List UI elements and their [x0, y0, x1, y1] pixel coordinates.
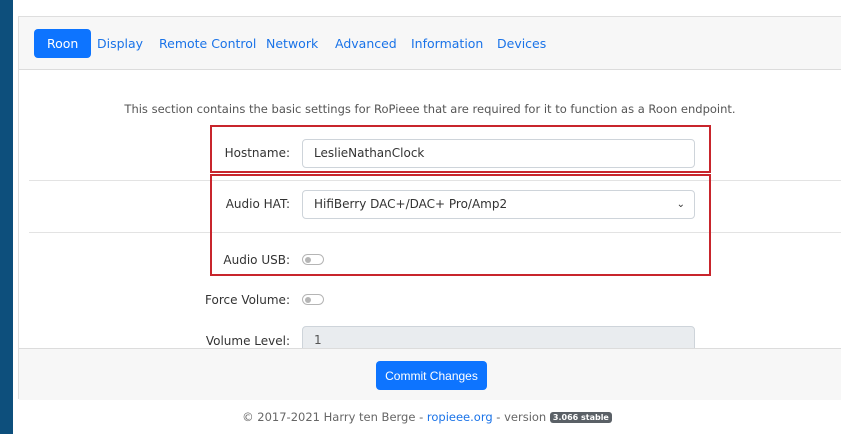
settings-body: This section contains the basic settings… — [19, 70, 841, 355]
version-badge: 3.066 stable — [549, 412, 612, 423]
divider — [29, 232, 841, 233]
tab-bar: Roon Display Remote Control Network Adva… — [19, 17, 841, 70]
commit-changes-button[interactable]: Commit Changes — [376, 361, 487, 390]
tab-devices[interactable]: Devices — [497, 29, 546, 58]
page: Roon Display Remote Control Network Adva… — [13, 0, 841, 434]
ropieee-link[interactable]: ropieee.org — [427, 410, 493, 424]
tab-display[interactable]: Display — [97, 29, 143, 58]
audio-usb-label: Audio USB: — [223, 253, 290, 267]
force-volume-toggle[interactable] — [302, 294, 324, 305]
divider — [29, 180, 841, 181]
audio-hat-select[interactable]: HifiBerry DAC+/DAC+ Pro/Amp2 ⌄ — [302, 190, 695, 219]
tab-information[interactable]: Information — [411, 29, 483, 58]
audio-hat-selected-value: HifiBerry DAC+/DAC+ Pro/Amp2 — [314, 197, 508, 211]
section-description: This section contains the basic settings… — [124, 102, 736, 116]
copyright-text: © 2017-2021 Harry ten Berge - — [242, 410, 427, 424]
tab-remote-control[interactable]: Remote Control — [159, 29, 256, 58]
settings-card: Roon Display Remote Control Network Adva… — [18, 16, 841, 400]
tab-advanced[interactable]: Advanced — [335, 29, 397, 58]
volume-level-label: Volume Level: — [205, 334, 290, 348]
hostname-label: Hostname: — [224, 146, 290, 160]
chevron-down-icon: ⌄ — [676, 199, 685, 210]
version-text: - version — [492, 410, 550, 424]
tab-roon[interactable]: Roon — [34, 29, 92, 58]
hostname-input[interactable]: LeslieNathanClock — [302, 139, 695, 168]
tab-network[interactable]: Network — [266, 29, 318, 58]
audio-usb-toggle[interactable] — [302, 254, 324, 265]
form-footer: Commit Changes — [19, 348, 841, 400]
footer-copyright: © 2017-2021 Harry ten Berge - ropieee.or… — [13, 410, 841, 424]
force-volume-label: Force Volume: — [205, 293, 290, 307]
audio-hat-label: Audio HAT: — [225, 197, 290, 211]
